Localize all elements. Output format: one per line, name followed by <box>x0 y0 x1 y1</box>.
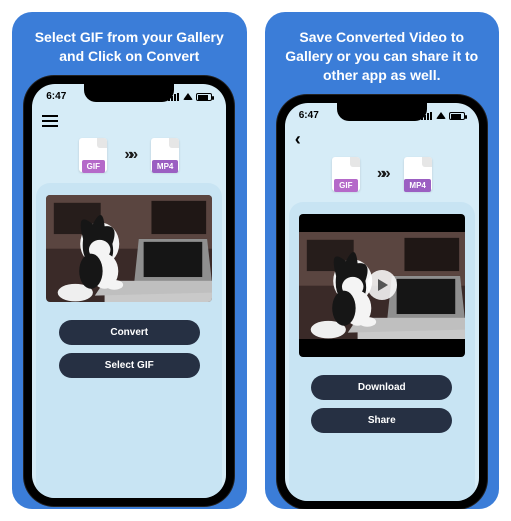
panel-caption: Select GIF from your Gallery and Click o… <box>22 24 237 76</box>
arrow-icon: »» <box>377 165 387 183</box>
dest-tag: MP4 <box>152 160 178 173</box>
format-row: GIF »» MP4 <box>285 151 479 202</box>
status-icons <box>168 93 212 101</box>
wifi-icon <box>183 93 193 100</box>
content-card: Download Share <box>289 202 475 501</box>
convert-button[interactable]: Convert <box>59 320 200 345</box>
menu-icon[interactable] <box>42 115 58 127</box>
source-tag: GIF <box>82 160 105 173</box>
format-row: GIF »» MP4 <box>32 132 226 183</box>
content-card: Convert Select GIF <box>36 183 222 498</box>
dest-format: MP4 <box>401 157 435 192</box>
nav-row: ‹ <box>285 129 479 151</box>
wifi-icon <box>436 112 446 119</box>
panel-caption: Save Converted Video to Gallery or you c… <box>275 24 490 95</box>
phone-frame: 6:47 GIF »» MP4 <box>24 76 234 506</box>
nav-row <box>32 110 226 132</box>
download-button[interactable]: Download <box>311 375 452 400</box>
phone-notch <box>337 103 427 121</box>
battery-icon <box>196 93 212 101</box>
share-button[interactable]: Share <box>311 408 452 433</box>
phone-screen: 6:47 ‹ GIF »» MP4 <box>285 103 479 501</box>
select-gif-button[interactable]: Select GIF <box>59 353 200 378</box>
play-icon[interactable] <box>367 270 397 300</box>
status-time: 6:47 <box>46 91 66 102</box>
phone-notch <box>84 84 174 102</box>
battery-icon <box>449 112 465 120</box>
status-time: 6:47 <box>299 110 319 121</box>
arrow-icon: »» <box>124 146 134 164</box>
dest-tag: MP4 <box>404 179 430 192</box>
media-preview[interactable] <box>46 195 212 302</box>
promo-panel-1: Select GIF from your Gallery and Click o… <box>12 12 247 509</box>
status-icons <box>421 112 465 120</box>
back-icon[interactable]: ‹ <box>295 129 301 150</box>
phone-screen: 6:47 GIF »» MP4 <box>32 84 226 498</box>
dest-format: MP4 <box>148 138 182 173</box>
promo-panel-2: Save Converted Video to Gallery or you c… <box>265 12 500 509</box>
source-format: GIF <box>329 157 363 192</box>
cat-laptop-image <box>46 195 212 302</box>
source-tag: GIF <box>334 179 357 192</box>
phone-frame: 6:47 ‹ GIF »» MP4 <box>277 95 487 509</box>
media-preview[interactable] <box>299 214 465 357</box>
source-format: GIF <box>76 138 110 173</box>
